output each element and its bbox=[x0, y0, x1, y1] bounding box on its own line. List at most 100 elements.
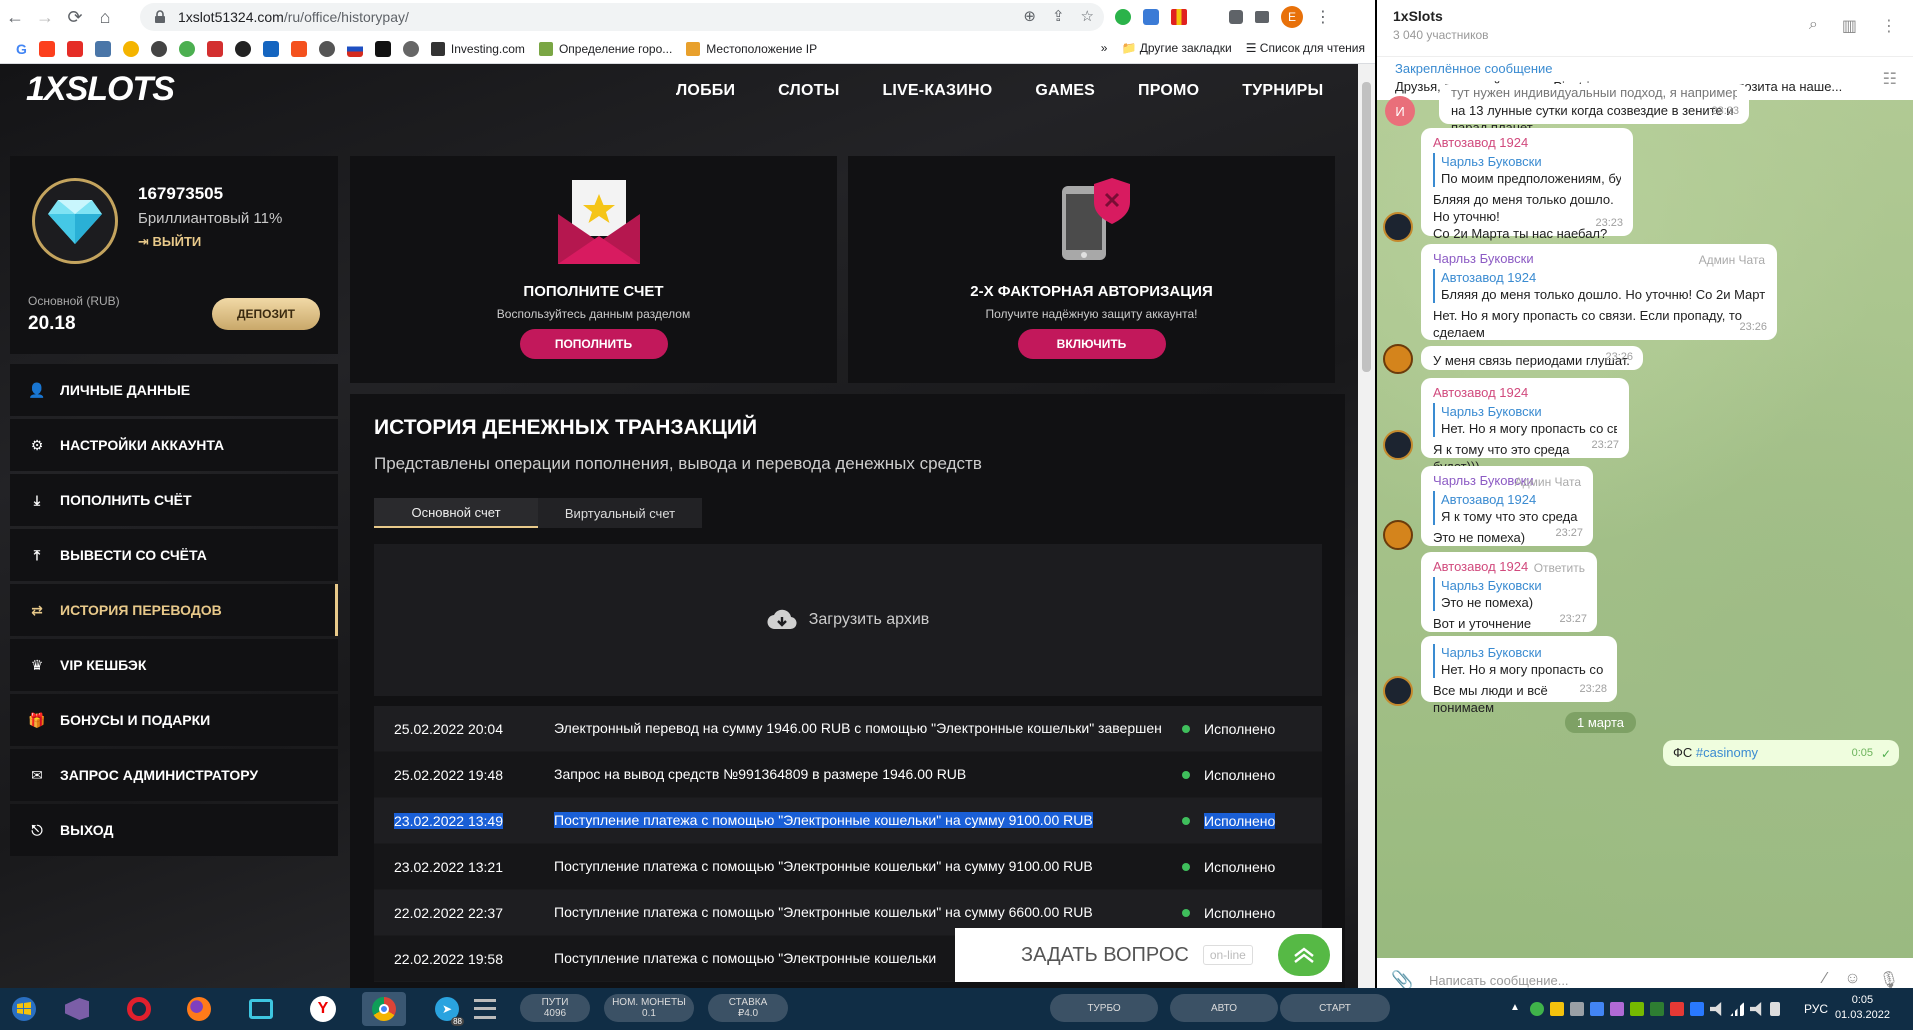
game-overlay-control[interactable]: ТУРБО bbox=[1050, 994, 1158, 1022]
google-icon[interactable]: G bbox=[16, 41, 27, 57]
bookmark-gray-icon[interactable] bbox=[318, 40, 335, 57]
chat-message[interactable]: Автозавод 1924 Чарльз Буковски По моим пре… bbox=[1421, 128, 1633, 241]
bookmark-dark-icon[interactable] bbox=[150, 40, 167, 57]
nav-item[interactable]: СЛОТЫ bbox=[778, 82, 839, 100]
game-overlay-control[interactable]: СТАРТ bbox=[1280, 994, 1390, 1022]
tray-pen-icon[interactable] bbox=[1610, 1002, 1624, 1016]
tray-arrow-icon[interactable]: ▲ bbox=[1510, 1002, 1524, 1016]
chat-name[interactable]: 1xSlots bbox=[1393, 8, 1443, 24]
network-icon[interactable] bbox=[1730, 1002, 1744, 1016]
tab-main-account[interactable]: Основной счет bbox=[374, 498, 538, 528]
share-icon[interactable]: ⇪ bbox=[1052, 7, 1065, 25]
message-input[interactable]: Написать сообщение... bbox=[1429, 973, 1569, 988]
chrome-icon[interactable] bbox=[362, 992, 406, 1026]
avatar[interactable] bbox=[1383, 212, 1413, 242]
profile-avatar[interactable]: E bbox=[1281, 6, 1303, 28]
avatar[interactable] bbox=[1383, 344, 1413, 374]
tray-nvidia-icon[interactable] bbox=[1630, 1002, 1644, 1016]
reply-quote[interactable]: Чарльз Буковски Нет. Но я могу пропасть с… bbox=[1433, 644, 1605, 678]
home-icon[interactable]: ⌂ bbox=[90, 0, 120, 34]
bookmark-flag-icon[interactable] bbox=[346, 40, 363, 57]
commands-icon[interactable]: ⁄ bbox=[1824, 970, 1827, 990]
bookmark-orange-icon[interactable] bbox=[290, 40, 307, 57]
bookmark-o-icon[interactable] bbox=[374, 40, 391, 57]
bookmark-red-icon[interactable] bbox=[206, 40, 223, 57]
language-indicator[interactable]: РУС bbox=[1804, 1002, 1828, 1016]
bookmark-item[interactable]: Местоположение IP bbox=[686, 41, 817, 56]
bookmark-item[interactable]: Investing.com bbox=[430, 41, 525, 56]
search-icon[interactable]: ⌕ bbox=[1809, 16, 1818, 36]
forward-icon[interactable]: → bbox=[30, 0, 60, 34]
menu-dots-icon[interactable]: ⋮ bbox=[1881, 16, 1897, 36]
other-bookmarks[interactable]: 📁 Другие закладки bbox=[1121, 41, 1231, 55]
reply-quote[interactable]: Автозавод 1924 Я к тому что это среда буд… bbox=[1433, 491, 1581, 525]
chat-message[interactable]: Чарльз Буковски Админ Чата Автозавод 1924 Б… bbox=[1421, 244, 1777, 357]
sidebar-toggle-icon[interactable]: ▥ bbox=[1842, 16, 1857, 36]
extension-green-icon[interactable] bbox=[1115, 9, 1131, 25]
vk-icon[interactable] bbox=[94, 40, 111, 57]
menu-item[interactable]: ✉ ЗАПРОС АДМИНИСТРАТОРУ bbox=[10, 749, 338, 801]
reply-quote[interactable]: Чарльз Буковски По моим предположениям, б… bbox=[1433, 153, 1621, 187]
own-message[interactable]: ФС #casinomy 0:05 ✓ bbox=[1663, 740, 1899, 766]
yandex-icon[interactable] bbox=[38, 40, 55, 57]
tray-bt-icon[interactable] bbox=[1690, 1002, 1704, 1016]
list-overlay-icon[interactable] bbox=[468, 992, 502, 1026]
nav-item[interactable]: GAMES bbox=[1035, 82, 1095, 100]
extensions-puzzle-icon[interactable] bbox=[1229, 10, 1243, 24]
game-overlay-control[interactable]: АВТО bbox=[1170, 994, 1278, 1022]
chat-message[interactable]: Чарльз Буковски Нет. Но я могу пропасть с… bbox=[1421, 636, 1617, 715]
firefox-icon[interactable] bbox=[182, 992, 216, 1026]
game-overlay-control[interactable]: ПУТИ 4096 bbox=[520, 994, 590, 1022]
game-overlay-control[interactable]: СТАВКА ₽4.0 bbox=[708, 994, 788, 1022]
bookmark-black-icon[interactable] bbox=[234, 40, 251, 57]
tray-gray-icon[interactable] bbox=[1570, 1002, 1584, 1016]
nav-item[interactable]: ПРОМО bbox=[1138, 82, 1199, 100]
avatar[interactable] bbox=[1383, 430, 1413, 460]
bookmark-bank-icon[interactable] bbox=[262, 40, 279, 57]
star-icon[interactable]: ☆ bbox=[1081, 7, 1094, 25]
start-button[interactable] bbox=[4, 992, 44, 1026]
nav-item[interactable]: LIVE-КАЗИНО bbox=[882, 82, 992, 100]
tray-red-icon[interactable] bbox=[1670, 1002, 1684, 1016]
zoom-icon[interactable]: ⊕ bbox=[1023, 7, 1036, 25]
extension-blue-icon[interactable] bbox=[1143, 9, 1159, 25]
back-icon[interactable]: ← bbox=[0, 0, 30, 34]
chat-message[interactable]: Автозавод 1924 Чарльз Буковски Нет. Но я м… bbox=[1421, 378, 1629, 474]
ask-question-widget[interactable]: ЗАДАТЬ ВОПРОС on-line bbox=[955, 928, 1342, 982]
avatar[interactable] bbox=[1383, 676, 1413, 706]
search-bookmark-icon[interactable] bbox=[122, 40, 139, 57]
speaker-icon[interactable] bbox=[1710, 1002, 1722, 1016]
menu-dots-icon[interactable]: ⋮ bbox=[1315, 7, 1331, 27]
bookmark-globe-icon[interactable] bbox=[402, 40, 419, 57]
chat-message[interactable]: У меня связь периодами глушат. 23:26 bbox=[1421, 346, 1643, 370]
tray-app-icon[interactable] bbox=[1650, 1002, 1664, 1016]
visual-studio-icon[interactable] bbox=[60, 992, 94, 1026]
menu-item[interactable]: ♛ VIP КЕШБЭК bbox=[10, 639, 338, 691]
chevron-up-icon[interactable] bbox=[1278, 934, 1330, 976]
game-overlay-control[interactable]: НОМ. МОНЕТЫ 0.1 bbox=[604, 994, 694, 1022]
download-archive-button[interactable]: Загрузить архив bbox=[374, 544, 1322, 696]
pinned-list-icon[interactable]: ☷ bbox=[1883, 69, 1897, 89]
opera-icon[interactable] bbox=[122, 992, 156, 1026]
avatar[interactable] bbox=[1383, 520, 1413, 550]
reply-quote[interactable]: Автозавод 1924 Бляяя до меня только дошло… bbox=[1433, 269, 1765, 303]
deposit-button[interactable]: ДЕПОЗИТ bbox=[212, 298, 320, 330]
address-field[interactable]: 1xslot51324.com/ru/office/historypay/ ⊕ … bbox=[140, 3, 1104, 31]
reply-quote[interactable]: Чарльз Буковски Это не помеха) bbox=[1433, 577, 1585, 611]
tray-green-icon[interactable] bbox=[1530, 1002, 1544, 1016]
menu-item[interactable]: ⤒ ВЫВЕСТИ СО СЧЁТА bbox=[10, 529, 338, 581]
nav-item[interactable]: ЛОББИ bbox=[676, 82, 735, 100]
nav-item[interactable]: ТУРНИРЫ bbox=[1242, 82, 1323, 100]
remote-desktop-icon[interactable] bbox=[244, 992, 278, 1026]
menu-item[interactable]: ⚙ НАСТРОЙКИ АККАУНТА bbox=[10, 419, 338, 471]
battery-icon[interactable] bbox=[1770, 1002, 1780, 1016]
menu-item[interactable]: ⇄ ИСТОРИЯ ПЕРЕВОДОВ bbox=[10, 584, 338, 636]
emoji-icon[interactable]: ☺ bbox=[1844, 970, 1860, 990]
media-icon[interactable] bbox=[1255, 11, 1269, 23]
menu-item[interactable]: 👤 ЛИЧНЫЕ ДАННЫЕ bbox=[10, 364, 338, 416]
bookmark-item[interactable]: Определение горо... bbox=[538, 41, 672, 56]
tray-yellow-icon[interactable] bbox=[1550, 1002, 1564, 1016]
system-clock[interactable]: 0:05 01.03.2022 bbox=[1835, 993, 1890, 1023]
message-sender[interactable]: Автозавод 1924 bbox=[1433, 134, 1621, 151]
reply-quote[interactable]: Чарльз Буковски Нет. Но я могу пропасть с… bbox=[1433, 403, 1617, 437]
